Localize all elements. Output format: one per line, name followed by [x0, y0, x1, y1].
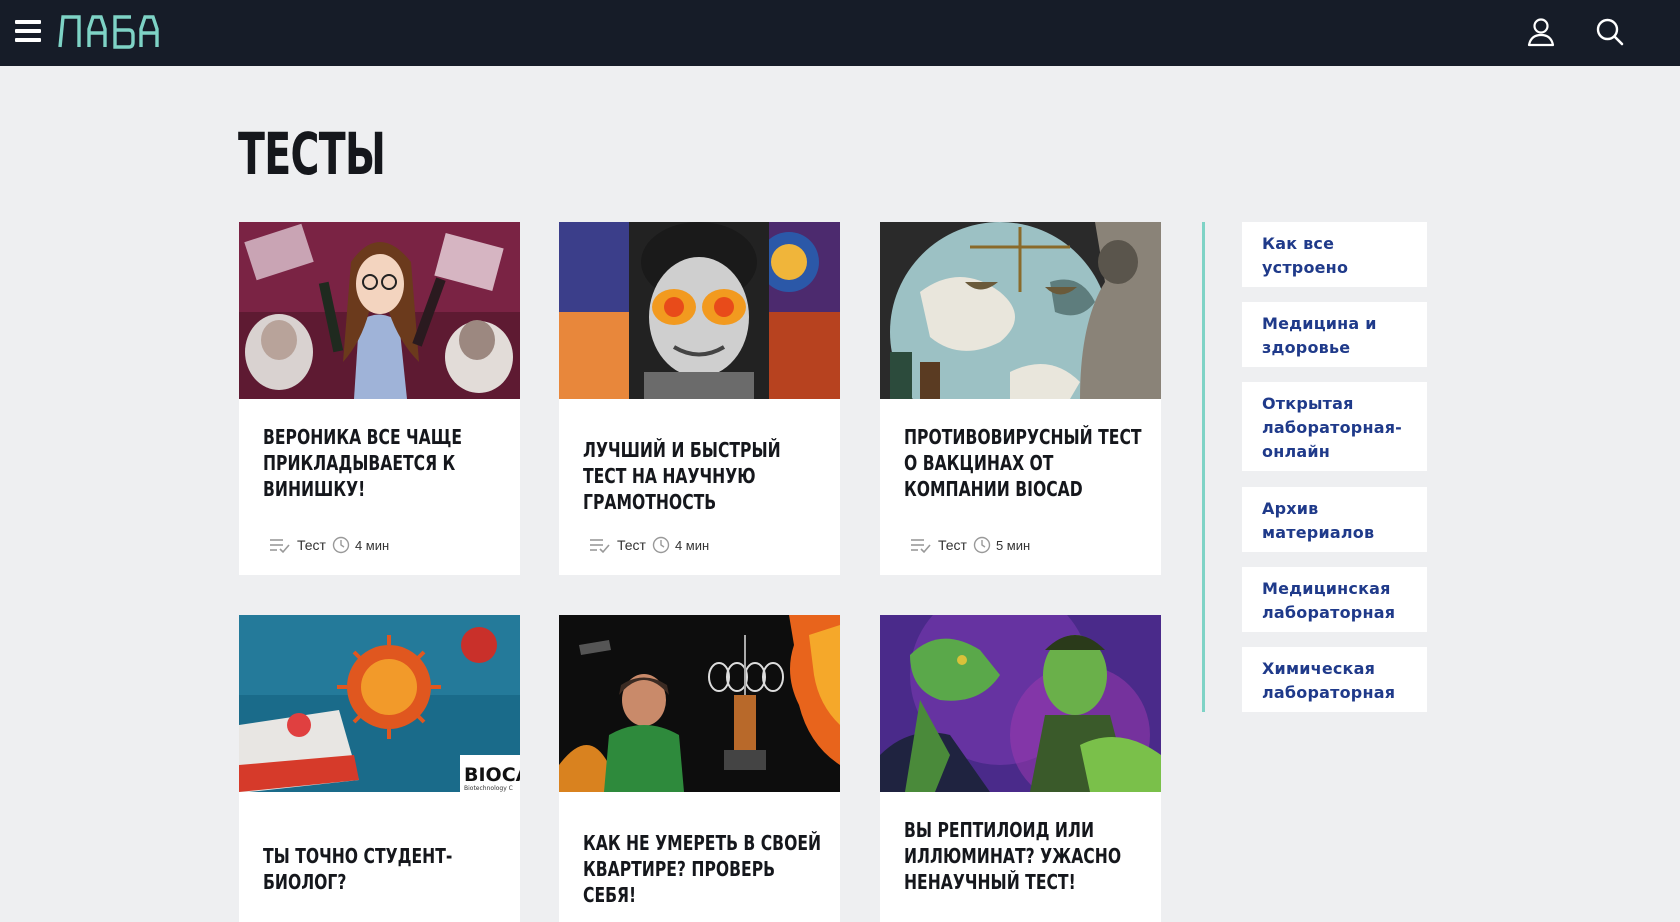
card-type: Тест [938, 537, 967, 553]
sidebar-item-label[interactable]: Открытая лабораторная-онлайн [1262, 392, 1407, 464]
card-type: Тест [617, 537, 646, 553]
card-meta: Тест 5 мин [910, 535, 1030, 555]
card-time: 4 мин [674, 537, 710, 553]
sidebar-item-label[interactable]: Как все устроено [1262, 232, 1407, 280]
biocad-badge: BIOCA [464, 764, 520, 786]
hamburger-menu-icon[interactable] [15, 20, 41, 42]
test-card[interactable]: Лучший и быстрый тест на научную грамотн… [559, 222, 840, 575]
card-meta: Тест 4 мин [589, 535, 709, 555]
clock-icon [973, 536, 991, 554]
card-title[interactable]: Противовирусный тест о вакцинах от компа… [904, 424, 1146, 502]
checklist-icon [590, 539, 610, 554]
sidebar-item-kak-vse-ustroeno[interactable]: Как все устроено [1242, 222, 1427, 287]
clock-icon [652, 536, 670, 554]
card-image-science-boy [559, 222, 840, 399]
card-image-tesla-coil [559, 615, 840, 792]
card-title[interactable]: Как не умереть в своей квартире? Проверь… [583, 830, 825, 908]
sidebar-item-himicheskaya-laboratornaya[interactable]: Химическая лабораторная [1242, 647, 1427, 712]
card-title[interactable]: Вы рептилоид или иллюминат? Ужасно ненау… [904, 817, 1146, 895]
sidebar-item-label[interactable]: Медицинская лабораторная [1262, 577, 1407, 625]
card-image-wine [239, 222, 520, 399]
card-time: 4 мин [354, 537, 390, 553]
card-title[interactable]: Лучший и быстрый тест на научную грамотн… [583, 437, 825, 515]
sidebar-item-medicinskaya-laboratornaya[interactable]: Медицинская лабораторная [1242, 567, 1427, 632]
top-navigation-bar [0, 0, 1680, 66]
card-title[interactable]: Ты точно студент-биолог? [263, 843, 505, 895]
test-card[interactable]: Как не умереть в своей квартире? Проверь… [559, 615, 840, 922]
sidebar-divider [1202, 222, 1205, 712]
checklist-icon [270, 539, 290, 554]
sidebar-item-label[interactable]: Химическая лабораторная [1262, 657, 1407, 705]
card-title[interactable]: Вероника все чаще прикладывается к виниш… [263, 424, 505, 502]
page-title: ТЕСТЫ [238, 120, 386, 188]
sidebar-item-label[interactable]: Архив материалов [1262, 497, 1407, 545]
checklist-icon [911, 539, 931, 554]
card-image-globe-scales [880, 222, 1161, 399]
search-icon[interactable] [1594, 16, 1626, 48]
test-card[interactable]: BIOCA Biotechnology C Ты точно студент-б… [239, 615, 520, 922]
card-type: Тест [297, 537, 326, 553]
card-image-virus: BIOCA Biotechnology C [239, 615, 520, 792]
biocad-badge-sub: Biotechnology C [464, 785, 513, 792]
sidebar-item-medicina[interactable]: Медицина и здоровье [1242, 302, 1427, 367]
sidebar-item-arhiv[interactable]: Архив материалов [1242, 487, 1427, 552]
card-time: 5 мин [995, 537, 1031, 553]
user-icon[interactable] [1525, 16, 1557, 48]
clock-icon [332, 536, 350, 554]
test-card[interactable]: Вы рептилоид или иллюминат? Ужасно ненау… [880, 615, 1161, 922]
laba-logo[interactable] [57, 13, 165, 49]
test-card[interactable]: Противовирусный тест о вакцинах от компа… [880, 222, 1161, 575]
card-image-reptiloid [880, 615, 1161, 792]
sidebar-item-label[interactable]: Медицина и здоровье [1262, 312, 1407, 360]
test-card[interactable]: Вероника все чаще прикладывается к виниш… [239, 222, 520, 575]
card-meta: Тест 4 мин [269, 535, 389, 555]
sidebar-item-otkrytaya-laboratornaya[interactable]: Открытая лабораторная-онлайн [1242, 382, 1427, 471]
